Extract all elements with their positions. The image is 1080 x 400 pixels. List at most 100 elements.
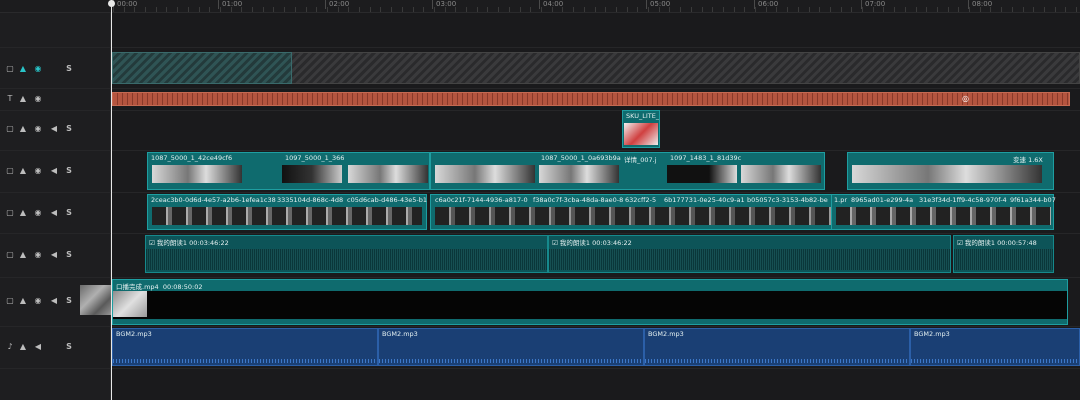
ruler-minor-tick [637, 7, 638, 12]
bgm-clip[interactable]: BGM2.mp3 [910, 328, 1080, 366]
waveform [379, 359, 643, 363]
playhead-handle[interactable] [108, 0, 115, 7]
clip-thumbnail [348, 165, 428, 183]
video-icon[interactable]: ▢ [5, 208, 15, 218]
lock-icon[interactable]: ▲ [18, 94, 28, 104]
volume-icon[interactable]: ◀ [49, 124, 59, 134]
solo-button[interactable]: S [64, 296, 74, 306]
eye-icon[interactable]: ◉ [33, 208, 43, 218]
solo-button[interactable]: S [64, 250, 74, 260]
clip-thumbnail [152, 165, 242, 183]
ruler-minor-tick [306, 7, 307, 12]
track-divider [0, 88, 1080, 89]
ruler-minor-tick [990, 7, 991, 12]
eye-icon[interactable]: ◉ [33, 250, 43, 260]
eye-icon[interactable]: ◉ [33, 296, 43, 306]
ruler-minor-tick [562, 7, 563, 12]
eye-icon[interactable]: ◉ [33, 64, 43, 74]
solo-button[interactable]: S [64, 342, 74, 352]
video-icon[interactable]: ▢ [5, 166, 15, 176]
voice-clip[interactable]: ☑ 我的朗读1 00:03:46:22 [548, 235, 951, 273]
ruler-minor-tick [370, 7, 371, 12]
timeline-ruler[interactable]: 00:00 01:00 02:00 03:00 04:00 05:00 06:0… [0, 0, 1080, 13]
video-icon[interactable]: ▢ [5, 124, 15, 134]
volume-icon[interactable]: ◀ [33, 342, 43, 352]
clip-label: 1097_1483_1_81d39c [670, 154, 742, 162]
effect-clip-start[interactable] [112, 52, 292, 84]
clip-label: 1087_5000_1_0a693b9a [541, 154, 621, 162]
ruler-minor-tick [969, 7, 970, 12]
subtitle-clip[interactable] [112, 92, 1070, 106]
ruler-minor-tick [873, 7, 874, 12]
clip-duration: 00:00:57:48 [997, 239, 1037, 247]
ruler-minor-tick [145, 7, 146, 12]
lock-icon[interactable]: ▲ [18, 64, 28, 74]
clip-duration: 00:03:46:22 [592, 239, 632, 247]
lock-icon[interactable]: ▲ [18, 296, 28, 306]
voice-clip[interactable]: ☑ 我的朗读1 00:00:57:48 [953, 235, 1054, 273]
ruler-minor-tick [134, 7, 135, 12]
clip-thumbnail [113, 291, 147, 317]
bgm-clip[interactable]: BGM2.mp3 [378, 328, 644, 366]
playhead[interactable] [111, 0, 112, 400]
clip-label: 8965ad01-e299-4a [851, 196, 914, 204]
clip-label: 口播完成.mp4 00:08:50:02 [116, 281, 202, 291]
eye-icon[interactable]: ◉ [33, 166, 43, 176]
lock-icon[interactable]: ▲ [18, 250, 28, 260]
eye-icon[interactable]: ◉ [33, 124, 43, 134]
music-icon[interactable]: ♪ [5, 342, 15, 352]
track-headers [0, 13, 111, 400]
ruler-minor-tick [338, 7, 339, 12]
ruler-minor-tick [509, 7, 510, 12]
voice-icon: ☑ [552, 239, 560, 247]
volume-icon[interactable]: ◀ [49, 296, 59, 306]
ruler-minor-tick [1001, 7, 1002, 12]
volume-icon[interactable]: ◀ [49, 208, 59, 218]
solo-button[interactable]: S [64, 124, 74, 134]
ruler-minor-tick [402, 7, 403, 12]
eye-icon[interactable]: ◉ [33, 94, 43, 104]
ruler-minor-tick [894, 7, 895, 12]
ruler-minor-tick [948, 7, 949, 12]
clip-label: 1.pr [834, 196, 847, 204]
lock-icon[interactable]: ▲ [18, 342, 28, 352]
clip-duration: 00:03:46:22 [189, 239, 229, 247]
ruler-minor-tick [1076, 7, 1077, 12]
solo-button[interactable]: S [64, 166, 74, 176]
lock-icon[interactable]: ▲ [18, 166, 28, 176]
sku-clip[interactable]: SKU_LITE_2 [622, 110, 660, 148]
voice-icon: ☑ [149, 239, 157, 247]
subtitle-edit-icon[interactable]: ◎ [962, 94, 969, 103]
ruler-minor-tick [916, 7, 917, 12]
clip-label: c05d6cab-d486-43e5-b1 [347, 196, 428, 204]
lock-icon[interactable]: ▲ [18, 208, 28, 218]
ruler-minor-tick [627, 7, 628, 12]
clip-thumbnail [435, 165, 535, 183]
main-cover[interactable] [80, 285, 112, 315]
ruler-minor-tick [477, 7, 478, 12]
ruler-minor-tick [691, 7, 692, 12]
bgm-clip[interactable]: BGM2.mp3 [112, 328, 378, 366]
volume-icon[interactable]: ◀ [49, 250, 59, 260]
video-icon[interactable]: ▢ [5, 296, 15, 306]
clip-thumbnail [836, 207, 1051, 225]
video-clip[interactable]: 变速 1.6X [847, 152, 1054, 190]
video-icon[interactable]: ▢ [5, 64, 15, 74]
clip-label: 3335104d-868c-4d8 [277, 196, 344, 204]
bgm-clip[interactable]: BGM2.mp3 [644, 328, 910, 366]
ruler-minor-tick [862, 7, 863, 12]
solo-button[interactable]: S [64, 64, 74, 74]
text-icon[interactable]: T [5, 94, 15, 104]
video-icon[interactable]: ▢ [5, 250, 15, 260]
ruler-minor-tick [241, 7, 242, 12]
ruler-minor-tick [295, 7, 296, 12]
ruler-minor-tick [316, 7, 317, 12]
ruler-minor-tick [648, 7, 649, 12]
clip-thumbnail [667, 165, 737, 183]
voice-clip[interactable]: ☑ 我的朗读1 00:03:46:22 [145, 235, 548, 273]
main-video-clip[interactable]: 口播完成.mp4 00:08:50:02 [112, 279, 1068, 325]
lock-icon[interactable]: ▲ [18, 124, 28, 134]
volume-icon[interactable]: ◀ [49, 166, 59, 176]
ruler-minor-tick [798, 7, 799, 12]
solo-button[interactable]: S [64, 208, 74, 218]
